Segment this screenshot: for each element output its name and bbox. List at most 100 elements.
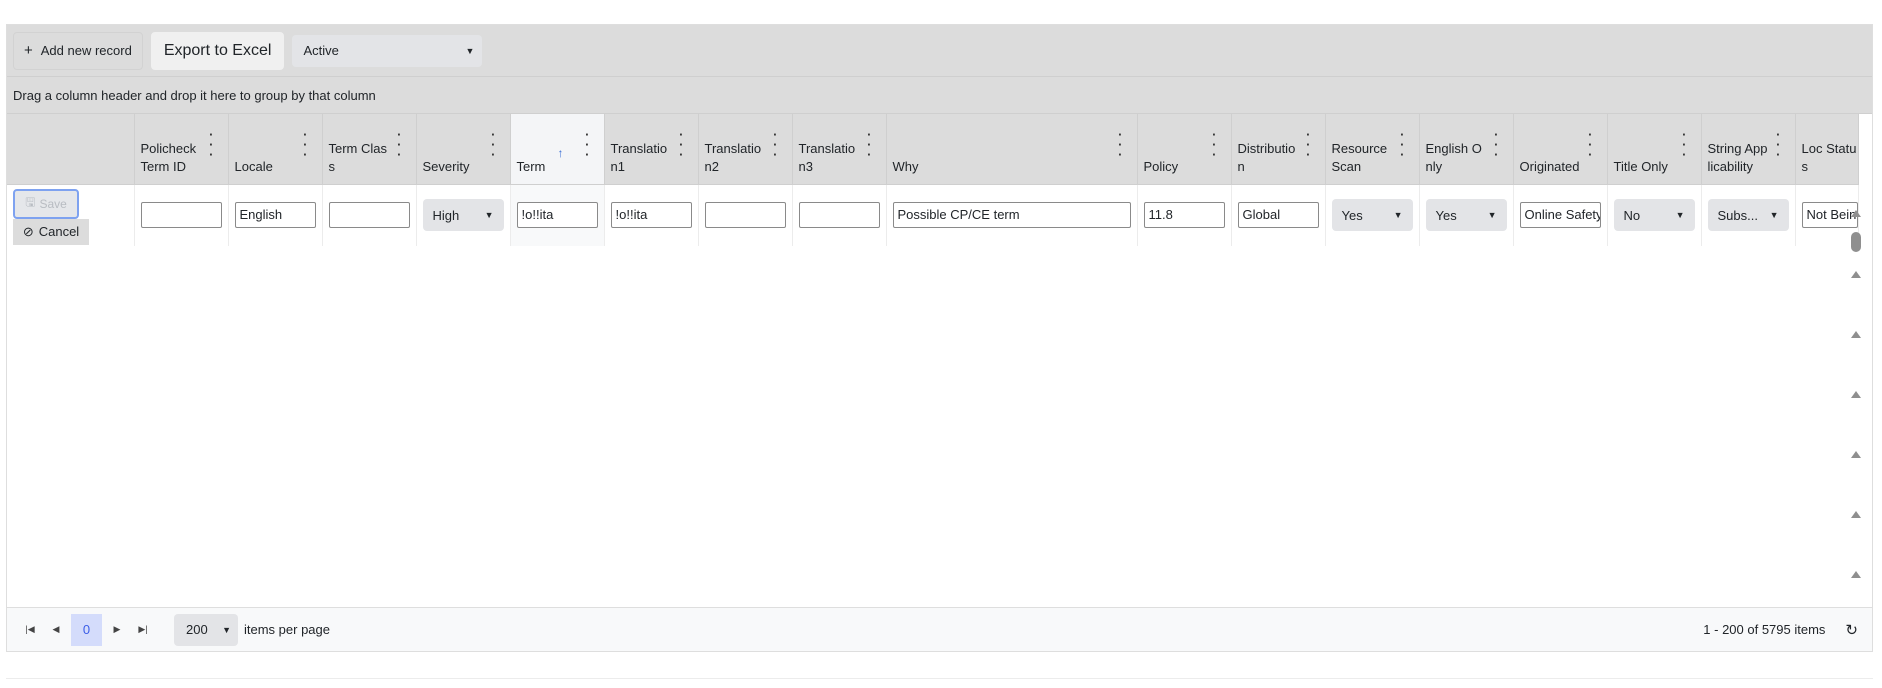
caret-down-icon: ▼ <box>1487 210 1497 221</box>
caret-down-icon: ▼ <box>1675 210 1685 221</box>
header-label: Translation3 <box>798 140 856 174</box>
header-translation3[interactable]: Translation3 · · · <box>792 114 887 185</box>
header-resource-scan[interactable]: Resource Scan · · · <box>1325 114 1420 185</box>
header-policheck-term-id[interactable]: Policheck Term ID · · · <box>134 114 229 185</box>
column-menu-icon[interactable]: · · · <box>1776 128 1780 161</box>
header-label: String Applicability <box>1707 140 1768 174</box>
translation2-input[interactable] <box>704 202 786 229</box>
string-applicability-dropdown[interactable]: Subs... ▼ <box>1707 199 1789 232</box>
save-icon: 🖫 <box>25 195 36 209</box>
column-menu-icon[interactable]: · · · <box>585 128 589 161</box>
header-label: Policheck Term ID <box>140 140 197 174</box>
scroll-up-icon[interactable] <box>1851 271 1861 278</box>
locale-input[interactable]: English <box>234 202 316 229</box>
header-label: Severity <box>422 158 470 174</box>
originated-input[interactable]: Online Safety <box>1519 202 1601 229</box>
header-label: Originated <box>1519 158 1580 174</box>
header-severity[interactable]: Severity · · · <box>416 114 511 185</box>
vertical-scrollbar[interactable] <box>1848 210 1864 630</box>
column-menu-icon[interactable]: · · · <box>867 128 871 161</box>
column-menu-icon[interactable]: · · · <box>1400 128 1404 161</box>
scroll-up-icon[interactable] <box>1851 571 1861 578</box>
translation3-input[interactable] <box>798 202 880 229</box>
term-class-input[interactable] <box>328 202 410 229</box>
page-size-select[interactable]: 200 ▼ <box>174 613 238 646</box>
scroll-up-icon[interactable] <box>1851 391 1861 398</box>
header-label: Policy <box>1143 158 1179 174</box>
previous-page-icon[interactable]: ◀ <box>43 614 69 646</box>
header-label: Translation2 <box>704 140 762 174</box>
english-only-dropdown[interactable]: Yes ▼ <box>1425 199 1507 232</box>
cancel-icon: ⊘ <box>22 223 34 239</box>
data-grid: + Add new record Export to Excel Active ▼ … <box>6 24 1873 652</box>
header-label: Resource Scan <box>1331 140 1388 174</box>
header-string-applicability[interactable]: String Applicability · · · <box>1701 114 1796 185</box>
caret-down-icon: ▼ <box>222 624 231 635</box>
column-menu-icon[interactable]: · · · <box>209 128 213 161</box>
policheck-term-id-input[interactable] <box>140 202 222 229</box>
refresh-icon[interactable]: ↻ <box>1845 621 1858 639</box>
title-only-dropdown[interactable]: No ▼ <box>1613 199 1695 232</box>
header-loc-status[interactable]: Loc Status <box>1795 114 1859 185</box>
header-originated[interactable]: Originated · · · <box>1513 114 1608 185</box>
first-page-icon[interactable]: |◀ <box>17 614 43 646</box>
header-why[interactable]: Why · · · <box>886 114 1138 185</box>
edit-row: 🖫 Save ⊘ Cancel English High ▼ !o!!ita !o!!… <box>7 184 1859 246</box>
scroll-up-icon[interactable] <box>1851 331 1861 338</box>
header-label: Distribution <box>1237 140 1296 174</box>
command-cell: 🖫 Save ⊘ Cancel <box>7 184 135 246</box>
column-menu-icon[interactable]: · · · <box>1588 128 1592 161</box>
status-filter-select[interactable]: Active ▼ <box>292 34 483 67</box>
column-menu-icon[interactable]: · · · <box>1118 128 1122 161</box>
header-title-only[interactable]: Title Only · · · <box>1607 114 1702 185</box>
column-menu-icon[interactable]: · · · <box>491 128 495 161</box>
divider <box>6 678 1873 679</box>
scroll-up-icon[interactable] <box>1851 451 1861 458</box>
resource-scan-dropdown[interactable]: Yes ▼ <box>1331 199 1413 232</box>
column-menu-icon[interactable]: · · · <box>303 128 307 161</box>
header-term-class[interactable]: Term Class · · · <box>322 114 417 185</box>
column-menu-icon[interactable]: · · · <box>1306 128 1310 161</box>
cancel-button[interactable]: ⊘ Cancel <box>13 218 89 245</box>
caret-down-icon: ▼ <box>1769 210 1779 221</box>
column-menu-icon[interactable]: · · · <box>1212 128 1216 161</box>
items-per-page-label: items per page <box>244 622 330 637</box>
add-new-record-button[interactable]: + Add new record <box>13 31 143 70</box>
save-button[interactable]: 🖫 Save <box>13 188 79 219</box>
header-label: Why <box>892 158 919 174</box>
caret-down-icon: ▼ <box>465 45 475 56</box>
header-label: Term Class <box>328 140 388 174</box>
column-menu-icon[interactable]: · · · <box>679 128 683 161</box>
header-english-only[interactable]: English Only · · · <box>1419 114 1514 185</box>
why-input[interactable]: Possible CP/CE term <box>892 202 1131 229</box>
scroll-up-icon[interactable] <box>1851 210 1861 217</box>
scrollbar-thumb[interactable] <box>1851 232 1861 252</box>
severity-dropdown[interactable]: High ▼ <box>422 199 504 232</box>
header-label: Loc Status <box>1801 140 1857 174</box>
policy-input[interactable]: 11.8 <box>1143 202 1225 229</box>
column-menu-icon[interactable]: · · · <box>773 128 777 161</box>
plus-icon: + <box>24 42 33 59</box>
column-menu-icon[interactable]: · · · <box>397 128 401 161</box>
header-translation1[interactable]: Translation1 · · · <box>604 114 699 185</box>
header-label: Term <box>516 158 546 174</box>
header-policy[interactable]: Policy · · · <box>1137 114 1232 185</box>
term-input[interactable]: !o!!ita <box>516 202 598 229</box>
distribution-input[interactable]: Global <box>1237 202 1319 229</box>
group-drop-area[interactable]: Drag a column header and drop it here to… <box>7 77 1872 114</box>
header-locale[interactable]: Locale · · · <box>228 114 323 185</box>
header-label: Title Only <box>1613 158 1668 174</box>
export-excel-button[interactable]: Export to Excel <box>150 31 285 70</box>
column-menu-icon[interactable]: · · · <box>1682 128 1686 161</box>
column-menu-icon[interactable]: · · · <box>1494 128 1498 161</box>
header-term[interactable]: Term ↑ · · · <box>510 114 605 185</box>
header-label: English Only <box>1425 140 1482 174</box>
header-command <box>7 114 135 185</box>
translation1-input[interactable]: !o!!ita <box>610 202 692 229</box>
header-translation2[interactable]: Translation2 · · · <box>698 114 793 185</box>
current-page-button[interactable]: 0 <box>71 613 102 646</box>
last-page-icon[interactable]: ▶| <box>130 614 156 646</box>
scroll-up-icon[interactable] <box>1851 511 1861 518</box>
header-distribution[interactable]: Distribution · · · <box>1231 114 1326 185</box>
next-page-icon[interactable]: ▶ <box>104 614 130 646</box>
